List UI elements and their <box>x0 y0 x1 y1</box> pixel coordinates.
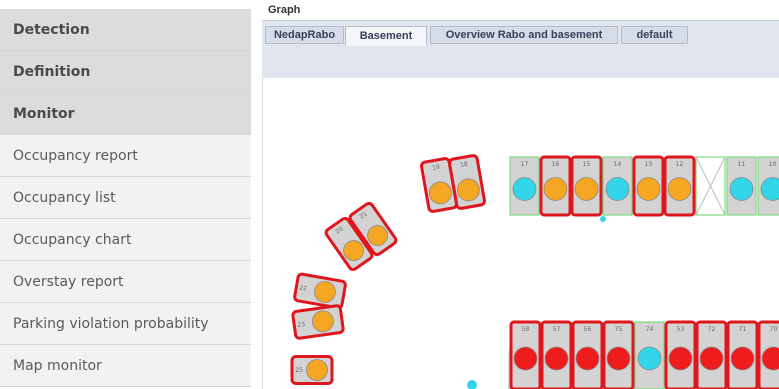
sidebar-item-label: Map monitor <box>13 357 102 374</box>
parking-bay[interactable]: 22 <box>293 272 347 310</box>
bay-status-indicator <box>729 177 754 201</box>
sidebar-item-label: Monitor <box>13 105 75 122</box>
bay-status-indicator <box>574 177 599 201</box>
sidebar-divider <box>0 386 251 387</box>
parking-bay[interactable]: 23 <box>291 304 345 340</box>
parking-bay[interactable] <box>695 156 726 216</box>
sidebar-item-label: Parking violation probability <box>13 315 209 332</box>
tab-label: NedapRabo <box>273 29 336 41</box>
sensor-dot <box>467 380 477 389</box>
parking-bay[interactable]: 14 <box>602 156 633 216</box>
parking-bay[interactable]: 12 <box>663 155 696 217</box>
bay-status-indicator <box>730 346 755 371</box>
sidebar-item-label: Occupancy chart <box>13 231 132 248</box>
bay-status-indicator <box>512 177 537 201</box>
parking-bay[interactable]: 58 <box>509 320 542 389</box>
bay-label: 23 <box>297 321 306 329</box>
parking-bay[interactable]: 11 <box>726 156 757 216</box>
parking-bay[interactable]: 10 <box>757 156 779 216</box>
bay-label: 10 <box>769 161 777 168</box>
bay-status-indicator <box>667 177 692 201</box>
sidebar-item-overstay-report[interactable]: Overstay report <box>0 261 251 302</box>
sidebar-item-map-monitor[interactable]: Map monitor <box>0 345 251 386</box>
parking-bay[interactable]: 70 <box>757 320 779 389</box>
bay-status-indicator <box>668 346 693 371</box>
bay-label: 72 <box>708 326 716 333</box>
bay-label: 57 <box>553 326 561 333</box>
parking-bay[interactable]: 15 <box>570 155 603 217</box>
tab-nedaprabo[interactable]: NedapRabo <box>265 26 344 44</box>
parking-bay[interactable]: 74 <box>634 321 665 389</box>
sidebar-item-occupancy-list[interactable]: Occupancy list <box>0 177 251 218</box>
sidebar-item-detection[interactable]: Detection <box>0 9 251 50</box>
sidebar-item-label: Detection <box>13 21 90 38</box>
tab-label: Basement <box>359 30 413 42</box>
parking-bay[interactable]: 71 <box>726 320 759 389</box>
parking-bay[interactable]: 16 <box>539 155 572 217</box>
bay-status-indicator <box>575 346 600 371</box>
bay-label: 56 <box>584 326 592 333</box>
bay-label: 75 <box>615 326 623 333</box>
tab-overview-rabo-and-basement[interactable]: Overview Rabo and basement <box>430 26 618 44</box>
parking-bay[interactable]: 53 <box>664 320 697 389</box>
sidebar-item-label: Definition <box>13 63 91 80</box>
bay-label: 70 <box>770 326 778 333</box>
bay-status-indicator <box>699 346 724 371</box>
bay-label: 58 <box>522 326 530 333</box>
bay-label: 17 <box>521 161 529 168</box>
sidebar-item-monitor[interactable]: Monitor <box>0 93 251 134</box>
sidebar-nav: Detection Definition Monitor Occupancy repo… <box>0 0 251 389</box>
parking-bay[interactable]: 75 <box>602 320 635 389</box>
graph-title: Graph <box>268 4 301 16</box>
sidebar-item-parking-violation-probability[interactable]: Parking violation probability <box>0 303 251 344</box>
sidebar-item-label: Overstay report <box>13 273 124 290</box>
sidebar-item-definition[interactable]: Definition <box>0 51 251 92</box>
parking-map-canvas[interactable]: 17 16 15 14 13 12 11 10 58 57 56 75 74 53 72 71 70 19 18 20… <box>262 78 779 389</box>
bay-label: 19 <box>432 164 441 172</box>
bay-status-indicator <box>636 177 661 201</box>
sidebar-item-occupancy-report[interactable]: Occupancy report <box>0 135 251 176</box>
bay-label: 14 <box>614 161 622 168</box>
sidebar-item-label: Occupancy report <box>13 147 138 164</box>
bay-status-indicator <box>637 346 662 371</box>
bay-status-indicator <box>606 346 631 371</box>
tab-basement[interactable]: Basement <box>345 26 427 46</box>
parking-bay[interactable]: 13 <box>632 155 665 217</box>
bay-status-indicator <box>306 359 328 381</box>
bay-status-indicator <box>544 346 569 371</box>
bay-label: 25 <box>295 367 303 374</box>
parking-bay[interactable]: 56 <box>571 320 604 389</box>
bay-label: 15 <box>583 161 591 168</box>
bay-label: 22 <box>299 284 308 292</box>
bay-label: 71 <box>739 326 747 333</box>
sidebar-item-occupancy-chart[interactable]: Occupancy chart <box>0 219 251 260</box>
tab-label: default <box>636 29 673 41</box>
parking-bay[interactable]: 25 <box>290 355 334 385</box>
sidebar-item-label: Occupancy list <box>13 189 116 206</box>
bay-label: 53 <box>677 326 685 333</box>
tab-label: Overview Rabo and basement <box>445 29 603 41</box>
graph-tab-bar: NedapRabo Basement Overview Rabo and basem… <box>262 20 779 79</box>
parking-bay[interactable]: 17 <box>509 156 540 216</box>
parking-bay[interactable]: 57 <box>540 320 573 389</box>
parking-bay[interactable]: 72 <box>695 320 728 389</box>
tab-default[interactable]: default <box>621 26 688 44</box>
bay-label: 74 <box>646 326 654 333</box>
bay-status-indicator <box>543 177 568 201</box>
bay-label: 16 <box>552 161 560 168</box>
bay-label: 12 <box>676 161 684 168</box>
bay-label: 13 <box>645 161 653 168</box>
bay-status-indicator <box>513 346 538 371</box>
graph-panel: Graph NedapRabo Basement Overview Rabo and… <box>260 0 779 389</box>
bay-status-indicator <box>605 177 630 201</box>
bay-label: 11 <box>738 161 746 168</box>
sensor-dot <box>600 216 606 222</box>
parking-map[interactable]: 17 16 15 14 13 12 11 1058 57 56 75 74 53 72 71 7019 1820… <box>263 78 779 389</box>
bay-label: 18 <box>460 161 469 169</box>
